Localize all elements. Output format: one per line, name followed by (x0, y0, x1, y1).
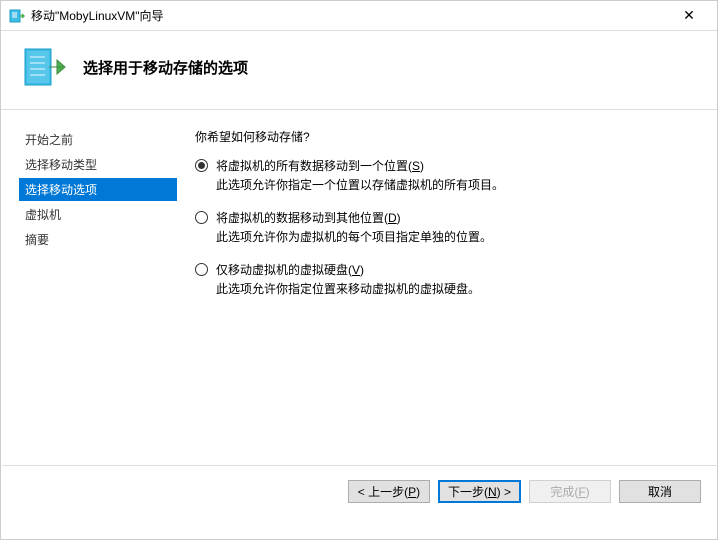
sidebar-item-label: 开始之前 (25, 133, 73, 147)
sidebar-item-move-options[interactable]: 选择移动选项 (19, 178, 177, 201)
cancel-button[interactable]: 取消 (619, 480, 701, 503)
sidebar-item-summary[interactable]: 摘要 (19, 228, 177, 251)
option-move-virtual-disks-only[interactable]: 仅移动虚拟机的虚拟硬盘(V) 此选项允许你指定位置来移动虚拟机的虚拟硬盘。 (195, 261, 697, 297)
finish-button: 完成(F) (529, 480, 611, 503)
sidebar-item-label: 选择移动选项 (25, 183, 97, 197)
main-panel: 你希望如何移动存储? 将虚拟机的所有数据移动到一个位置(S) 此选项允许你指定一… (177, 110, 717, 465)
wizard-header: 选择用于移动存储的选项 (1, 31, 717, 110)
radio-icon[interactable] (195, 211, 208, 224)
radio-icon[interactable] (195, 263, 208, 276)
option-description: 此选项允许你指定一个位置以存储虚拟机的所有项目。 (216, 176, 697, 193)
option-label: 仅移动虚拟机的虚拟硬盘(V) (216, 261, 364, 278)
close-button[interactable]: ✕ (669, 7, 709, 24)
server-icon (9, 8, 25, 24)
sidebar-item-virtual-machine[interactable]: 虚拟机 (19, 203, 177, 226)
sidebar-item-label: 选择移动类型 (25, 158, 97, 172)
option-label: 将虚拟机的数据移动到其他位置(D) (216, 209, 401, 226)
sidebar-item-label: 虚拟机 (25, 208, 61, 222)
option-data-other-locations[interactable]: 将虚拟机的数据移动到其他位置(D) 此选项允许你为虚拟机的每个项目指定单独的位置… (195, 209, 697, 245)
option-all-data-single-location[interactable]: 将虚拟机的所有数据移动到一个位置(S) 此选项允许你指定一个位置以存储虚拟机的所… (195, 157, 697, 193)
next-button[interactable]: 下一步(N) > (438, 480, 521, 503)
wizard-steps-sidebar: 开始之前 选择移动类型 选择移动选项 虚拟机 摘要 (1, 110, 177, 465)
window-title: 移动"MobyLinuxVM"向导 (31, 7, 669, 24)
radio-icon[interactable] (195, 159, 208, 172)
question-text: 你希望如何移动存储? (195, 128, 697, 145)
previous-button[interactable]: < 上一步(P) (348, 480, 430, 503)
sidebar-item-move-type[interactable]: 选择移动类型 (19, 153, 177, 176)
content-area: 开始之前 选择移动类型 选择移动选项 虚拟机 摘要 你希望如何移动存储? 将虚拟… (1, 110, 717, 465)
wizard-footer: < 上一步(P) 下一步(N) > 完成(F) 取消 (1, 466, 717, 517)
option-description: 此选项允许你指定位置来移动虚拟机的虚拟硬盘。 (216, 280, 697, 297)
sidebar-item-before-begin[interactable]: 开始之前 (19, 128, 177, 151)
sidebar-item-label: 摘要 (25, 233, 49, 247)
option-description: 此选项允许你为虚拟机的每个项目指定单独的位置。 (216, 228, 697, 245)
option-label: 将虚拟机的所有数据移动到一个位置(S) (216, 157, 424, 174)
page-title: 选择用于移动存储的选项 (83, 57, 248, 78)
titlebar: 移动"MobyLinuxVM"向导 ✕ (1, 1, 717, 31)
server-move-icon (21, 43, 69, 91)
